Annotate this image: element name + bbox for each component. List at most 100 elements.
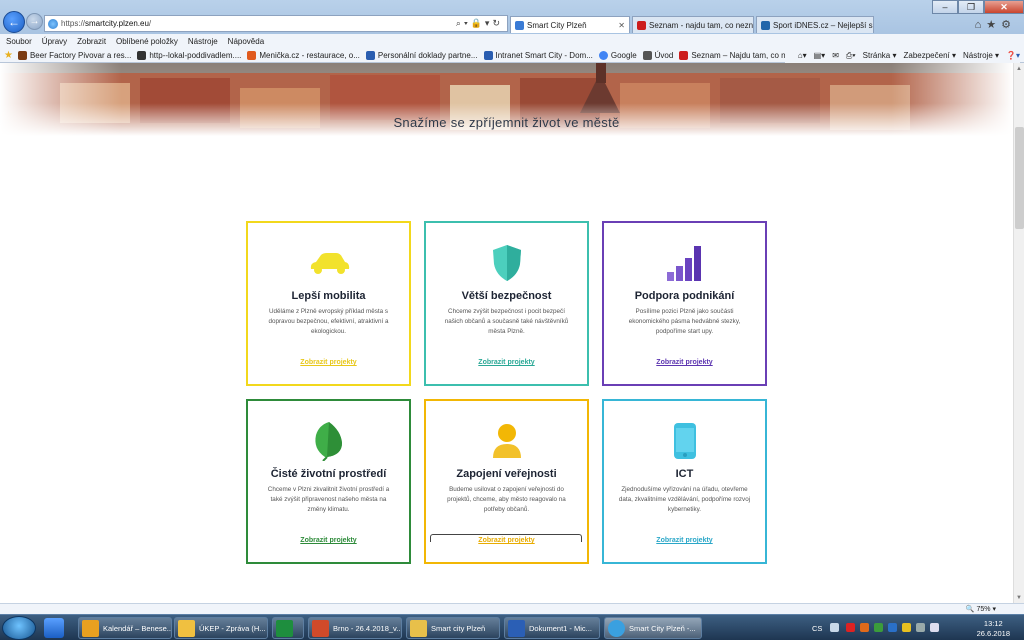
favorite-link[interactable]: Menička.cz - restaurace, o... bbox=[247, 50, 360, 60]
card-link[interactable]: Zobrazit projekty bbox=[248, 359, 409, 366]
card-title: ICT bbox=[675, 468, 694, 480]
command-security[interactable]: Zabezpečení ▾ bbox=[903, 51, 956, 60]
close-window-button[interactable]: ✕ bbox=[984, 0, 1024, 14]
menu-help[interactable]: Nápověda bbox=[228, 37, 264, 46]
command-tools[interactable]: Nástroje ▾ bbox=[963, 51, 999, 60]
tray-app-icon[interactable] bbox=[860, 623, 869, 632]
zoom-value: 75% bbox=[976, 606, 991, 613]
card-link[interactable]: Zobrazit projekty bbox=[604, 359, 765, 366]
excel-icon bbox=[276, 619, 293, 637]
home-icon[interactable]: ⌂▾ bbox=[798, 51, 807, 60]
tab-smart-city[interactable]: Smart City Plzeň ✕ bbox=[510, 16, 630, 33]
address-bar[interactable]: https://smartcity.plzen.eu / ⌕▾🔒▾↻ bbox=[44, 15, 508, 32]
card-description: Uděláme z Plzně evropský příklad města s… bbox=[268, 308, 389, 336]
menu-tools[interactable]: Nástroje bbox=[188, 37, 218, 46]
maximize-button[interactable]: ❐ bbox=[958, 0, 984, 14]
menu-edit[interactable]: Úpravy bbox=[42, 37, 67, 46]
internet-explorer-icon bbox=[608, 619, 625, 637]
card-link[interactable]: Zobrazit projekty bbox=[604, 537, 765, 544]
tab-label: Smart City Plzeň bbox=[527, 20, 587, 30]
favorite-link[interactable]: Google bbox=[598, 50, 637, 60]
system-tray: CS 13:12 26.6.2018 bbox=[808, 615, 1024, 641]
tab-favicon-icon bbox=[515, 20, 524, 30]
tab-sport[interactable]: Sport iDNES.cz – Nejlepší sport bbox=[756, 16, 874, 33]
page-headline: Snažíme se zpříjemnit život ve městě bbox=[393, 115, 620, 130]
url-host: smartcity.plzen.eu bbox=[85, 19, 149, 28]
leaf-icon bbox=[248, 421, 409, 461]
car-icon bbox=[248, 243, 409, 283]
card-description: Budeme usilovat o zapojení veřejnosti do… bbox=[447, 486, 566, 514]
volume-icon[interactable] bbox=[930, 623, 939, 632]
card-description: Chceme zvýšit bezpečnost i pocit bezpečí… bbox=[444, 308, 569, 336]
taskbar-item[interactable]: Kalendář – Benese... bbox=[78, 617, 172, 639]
favorite-link[interactable]: Beer Factory Pivovar a res... bbox=[17, 50, 132, 60]
taskbar-item[interactable]: Brno - 26.4.2018_v... bbox=[308, 617, 402, 639]
favorite-link[interactable]: http--lokal-poddivadlem.... bbox=[137, 50, 242, 60]
more-button-partial[interactable] bbox=[430, 534, 582, 542]
command-page[interactable]: Stránka ▾ bbox=[863, 51, 897, 60]
taskbar-item[interactable]: Smart city Plzeň bbox=[406, 617, 500, 639]
favorite-link[interactable]: Seznam – Najdu tam, co nez... bbox=[679, 50, 801, 60]
tray-app-icon[interactable] bbox=[874, 623, 883, 632]
taskbar-item[interactable]: Dokument1 - Mic... bbox=[504, 617, 600, 639]
taskbar-label: Smart city Plzeň bbox=[431, 623, 486, 633]
tray-app-icon[interactable] bbox=[902, 623, 911, 632]
site-globe-icon bbox=[48, 18, 58, 29]
word-icon bbox=[508, 619, 525, 637]
card-title: Lepší mobilita bbox=[291, 290, 366, 302]
print-icon[interactable]: ⎙▾ bbox=[846, 51, 856, 61]
scroll-up-icon[interactable]: ▲ bbox=[1014, 63, 1024, 74]
google-icon bbox=[598, 50, 608, 60]
favorite-icon bbox=[642, 50, 652, 60]
scroll-down-icon[interactable]: ▼ bbox=[1014, 592, 1024, 603]
taskbar-label: Dokument1 - Mic... bbox=[529, 623, 592, 633]
url-suffix: / bbox=[148, 19, 152, 28]
tab-label: Seznam - najdu tam, co neznám bbox=[649, 20, 754, 30]
card-link[interactable]: Zobrazit projekty bbox=[426, 359, 587, 366]
windows-taskbar: Kalendář – Benese... ÚKEP - Zpráva (H...… bbox=[0, 614, 1024, 640]
tab-close-icon[interactable]: ✕ bbox=[612, 21, 625, 30]
card-title: Čisté životní prostředí bbox=[270, 468, 387, 480]
vertical-scrollbar[interactable]: ▲ ▼ bbox=[1013, 63, 1024, 603]
home-favorites-settings-icons[interactable]: ⌂★⚙ bbox=[975, 18, 1016, 31]
favorite-link[interactable]: Intranet Smart City - Dom... bbox=[483, 50, 593, 60]
taskbar-item[interactable]: ÚKEP - Zpráva (H... bbox=[174, 617, 268, 639]
browser-titlebar: ← → https://smartcity.plzen.eu / ⌕▾🔒▾↻ Sm… bbox=[0, 0, 1024, 34]
taskbar-item[interactable]: Smart City Plzeň -... bbox=[604, 617, 702, 639]
favorite-label: Google bbox=[610, 50, 637, 60]
tray-app-icon[interactable] bbox=[888, 623, 897, 632]
favorite-link[interactable]: Úvod bbox=[642, 50, 673, 60]
language-indicator[interactable]: CS bbox=[812, 624, 822, 633]
tray-app-icon[interactable] bbox=[846, 623, 855, 632]
help-icon[interactable]: ❓▾ bbox=[1006, 51, 1020, 60]
tray-arrow-icon[interactable] bbox=[830, 623, 839, 632]
mail-icon[interactable]: ✉ bbox=[832, 51, 839, 60]
rss-icon[interactable]: ▤▾ bbox=[814, 51, 826, 60]
start-button[interactable] bbox=[2, 616, 36, 640]
minimize-button[interactable]: – bbox=[932, 0, 958, 14]
back-button[interactable]: ← bbox=[3, 11, 25, 33]
address-tools-icons[interactable]: ⌕▾🔒▾↻ bbox=[456, 18, 503, 29]
folder-icon bbox=[410, 619, 427, 637]
network-icon[interactable] bbox=[916, 623, 925, 632]
media-player-icon[interactable] bbox=[44, 618, 64, 638]
tab-favicon-icon bbox=[761, 20, 770, 30]
tab-seznam[interactable]: Seznam - najdu tam, co neznám bbox=[632, 16, 754, 33]
card-description: Zjednodušíme vyřizování na úřadu, otevře… bbox=[618, 486, 751, 514]
favorites-star-icon[interactable]: ★ bbox=[4, 50, 13, 61]
menu-favorites[interactable]: Oblíbené položky bbox=[116, 37, 178, 46]
clock-time: 13:12 bbox=[983, 619, 1003, 628]
taskbar-item[interactable] bbox=[272, 617, 304, 639]
favorite-label: Personální doklady partne... bbox=[377, 50, 478, 60]
favorite-label: http--lokal-poddivadlem.... bbox=[149, 50, 242, 60]
forward-button[interactable]: → bbox=[26, 13, 43, 30]
card-link[interactable]: Zobrazit projekty bbox=[248, 537, 409, 544]
favorite-label: Beer Factory Pivovar a res... bbox=[29, 50, 132, 60]
menu-view[interactable]: Zobrazit bbox=[77, 37, 106, 46]
zoom-level[interactable]: 🔍 75% ▾ bbox=[966, 605, 996, 613]
menu-file[interactable]: Soubor bbox=[6, 37, 32, 46]
scrollbar-thumb[interactable] bbox=[1015, 127, 1024, 229]
favorite-link[interactable]: Personální doklady partne... bbox=[365, 50, 478, 60]
clock[interactable]: 13:12 26.6.2018 bbox=[977, 619, 1010, 639]
tab-favicon-icon bbox=[637, 20, 646, 30]
